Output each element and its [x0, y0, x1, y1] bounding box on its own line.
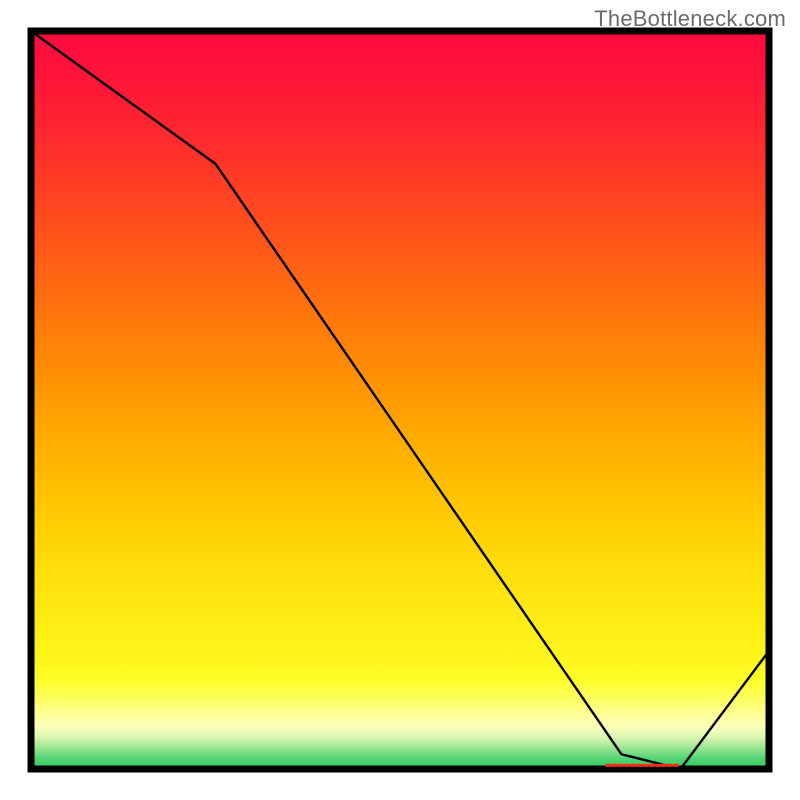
gradient-background	[31, 31, 769, 769]
plot-area	[31, 31, 769, 769]
watermark-text: TheBottleneck.com	[594, 6, 786, 32]
bottleneck-chart	[0, 0, 800, 800]
